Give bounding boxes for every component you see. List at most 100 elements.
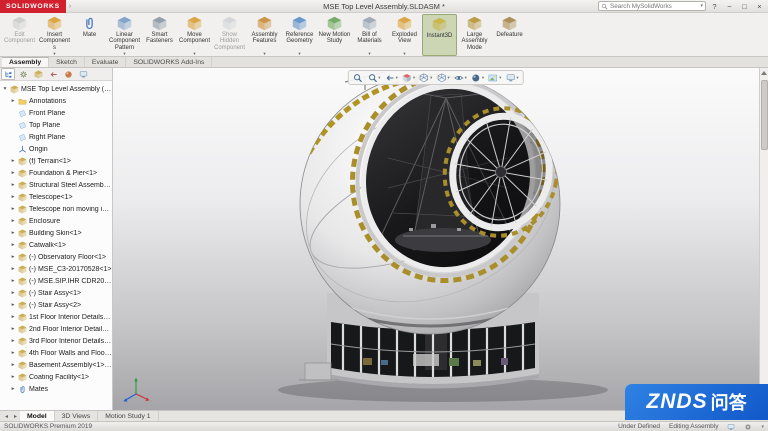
tree-item[interactable]: Enclosure (0, 215, 112, 227)
tree-expander-icon[interactable] (10, 254, 16, 260)
tree-item[interactable]: 3rd Floor Interior Details<1> (Def... (0, 335, 112, 347)
dimxpertmanager-tab[interactable] (46, 68, 60, 80)
zoom-to-fit-button[interactable] (352, 73, 363, 83)
tree-item[interactable]: 4th Floor Walls and Flooring<1> (... (0, 347, 112, 359)
displaymanager-tab[interactable] (61, 68, 75, 80)
new-motion-study-button[interactable]: New Motion Study (317, 14, 352, 56)
instant3d-button[interactable]: Instant3D (422, 14, 457, 56)
tree-expander-icon[interactable] (10, 194, 16, 200)
minimize-button[interactable]: − (723, 1, 736, 12)
tree-expander-icon[interactable] (10, 266, 16, 272)
propertymanager-tab[interactable] (16, 68, 30, 80)
tree-item[interactable]: Right Plane (0, 131, 112, 143)
previous-view-button[interactable]: ▾ (385, 73, 398, 83)
edit-appearance-button[interactable]: ▾ (471, 73, 484, 83)
assembly-features-button[interactable]: Assembly Features ▾ (247, 14, 282, 56)
tree-expander-icon[interactable] (10, 338, 16, 344)
tree-expander-icon[interactable] (10, 314, 16, 320)
featuremanager-tab[interactable] (1, 68, 15, 80)
close-button[interactable]: × (753, 1, 766, 12)
tree-expander-icon[interactable] (10, 218, 16, 224)
tree-item[interactable]: Front Plane (0, 107, 112, 119)
tree-item[interactable]: 2nd Floor Interior Details<1> (Def... (0, 323, 112, 335)
defeature-button[interactable]: Defeature (492, 14, 527, 56)
tree-item[interactable]: Basement Assembly<1> (Default<... (0, 359, 112, 371)
viewport-scrollbar[interactable] (759, 68, 768, 410)
mate-button[interactable]: Mate (72, 14, 107, 56)
apply-scene-button[interactable]: ▾ (488, 73, 501, 83)
status-dropdown-arrow-icon[interactable]: ▾ (761, 424, 764, 430)
hide-show-items-button[interactable]: ▾ (454, 73, 467, 83)
insert-components-button[interactable]: Insert Components ▾ (37, 14, 72, 56)
bill-of-materials-button[interactable]: Bill of Materials ▾ (352, 14, 387, 56)
view-settings-button[interactable]: ▾ (505, 73, 519, 83)
tab-scroll-left-icon[interactable]: ◂ (2, 413, 11, 420)
tree-item[interactable]: (-) MSE.SIP.IHR CDR201704<1> (0, 275, 112, 287)
smart-fasteners-button[interactable]: Smart Fasteners (142, 14, 177, 56)
view-orientation-button[interactable]: ▾ (419, 73, 432, 83)
tree-item[interactable]: (-) Stair Assy<2> (0, 299, 112, 311)
tree-item[interactable]: Annotations (0, 95, 112, 107)
exploded-view-button[interactable]: Exploded View ▾ (387, 14, 422, 56)
tree-expander-icon[interactable] (10, 362, 16, 368)
search-input[interactable] (610, 2, 699, 10)
zoom-to-area-button[interactable]: ▾ (367, 73, 381, 83)
tab-sketch[interactable]: Sketch (49, 57, 85, 67)
tree-expander-icon[interactable] (10, 278, 16, 284)
help-button[interactable]: ? (708, 1, 721, 12)
tree-item[interactable]: Structural Steel Assembly<1> (0, 179, 112, 191)
tab-assembly[interactable]: Assembly (2, 57, 50, 67)
tree-item[interactable]: Mates (0, 383, 112, 395)
tree-expander-icon[interactable] (10, 242, 16, 248)
tree-item[interactable]: (-) MSE_C3-20170528<1> (0, 263, 112, 275)
tree-item[interactable]: (-) Observatory Floor<1> (0, 251, 112, 263)
graphics-viewport[interactable]: ▾ ▾ ▾ ▾ ▾ ▾ ▾ ▾ ▾ (113, 68, 768, 410)
edit-component-button[interactable]: Edit Component (2, 14, 37, 56)
tree-item[interactable]: MSE Top Level Assembly (Default<D... (0, 83, 112, 95)
tree-item[interactable]: Telescope non moving infrastructu... (0, 203, 112, 215)
scrollbar-thumb[interactable] (760, 80, 768, 150)
tab-scroll-right-icon[interactable]: ▸ (11, 413, 20, 420)
tree-expander-icon[interactable] (10, 230, 16, 236)
tree-expander-icon[interactable] (10, 386, 16, 392)
section-view-button[interactable]: ▾ (402, 73, 415, 83)
menu-expand-arrow[interactable]: › (66, 3, 74, 10)
tree-item[interactable]: Telescope<1> (0, 191, 112, 203)
display-style-button[interactable]: ▾ (436, 73, 450, 83)
tree-item[interactable]: Building Skin<1> (0, 227, 112, 239)
tree-expander-icon[interactable] (10, 302, 16, 308)
tree-expander-icon[interactable] (10, 182, 16, 188)
tree-item[interactable]: 1st Floor Interior Details<1> (Defa... (0, 311, 112, 323)
reference-geometry-button[interactable]: Reference Geometry ▾ (282, 14, 317, 56)
custom-toolbar-icon[interactable] (727, 423, 735, 431)
options-gear-icon[interactable] (744, 423, 752, 431)
tree-expander-icon[interactable] (10, 98, 16, 104)
model-3d-telescope-enclosure[interactable] (113, 68, 759, 410)
large-assembly-mode-button[interactable]: Large Assembly Mode (457, 14, 492, 56)
tree-expander-icon[interactable] (10, 326, 16, 332)
tree-item[interactable]: Top Plane (0, 119, 112, 131)
tree-expander-icon[interactable] (10, 374, 16, 380)
tree-expander-icon[interactable] (10, 158, 16, 164)
model-tab[interactable]: Model (20, 411, 55, 421)
tree-item[interactable]: Coating Facility<1> (0, 371, 112, 383)
search-scope-dropdown-icon[interactable]: ▾ (700, 3, 703, 9)
cam-tab[interactable] (76, 68, 90, 80)
scroll-up-icon[interactable] (761, 71, 767, 75)
tree-item[interactable]: Origin (0, 143, 112, 155)
tree-expander-icon[interactable] (10, 290, 16, 296)
tree-item[interactable]: (-) Stair Assy<1> (0, 287, 112, 299)
restore-button[interactable]: □ (738, 1, 751, 12)
tree-item[interactable]: (f) Terrain<1> (0, 155, 112, 167)
linear-component-pattern-button[interactable]: Linear Component Pattern ▾ (107, 14, 142, 56)
tree-item[interactable]: Catwalk<1> (0, 239, 112, 251)
tab-evaluate[interactable]: Evaluate (85, 57, 127, 67)
tree-expander-icon[interactable] (10, 350, 16, 356)
move-component-button[interactable]: Move Component ▾ (177, 14, 212, 56)
motion-study-tab[interactable]: Motion Study 1 (98, 411, 159, 421)
tree-expander-icon[interactable] (10, 170, 16, 176)
tree-expander-icon[interactable] (10, 206, 16, 212)
3d-views-tab[interactable]: 3D Views (55, 411, 99, 421)
show-hidden-components-button[interactable]: Show Hidden Components (212, 14, 247, 56)
tab-solidworks-add-ins[interactable]: SOLIDWORKS Add-Ins (126, 57, 213, 67)
